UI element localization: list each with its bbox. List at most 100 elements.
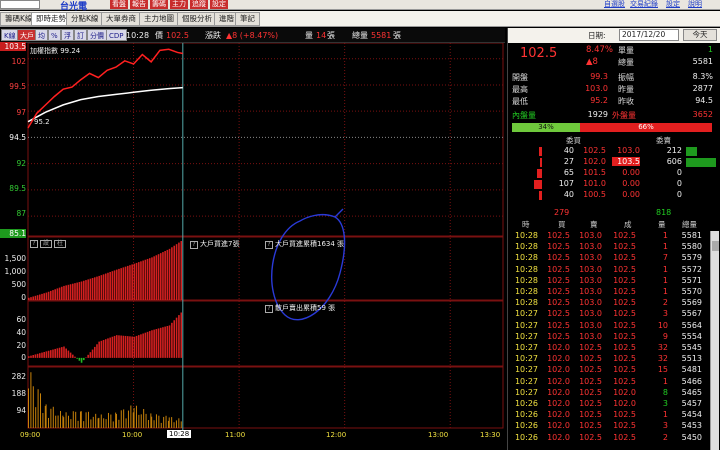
retail-bar — [30, 355, 32, 358]
bar-mode-button[interactable]: 柱 — [54, 240, 66, 248]
trade-price: 102.5 — [613, 242, 636, 252]
trade-qty: 10 — [657, 320, 668, 330]
retail-bar — [178, 315, 180, 358]
volume-bar — [80, 411, 82, 428]
quote-total-unit: 張 — [393, 31, 401, 40]
trade-bid: 102.0 — [547, 410, 570, 420]
ask-qty: 606 — [666, 157, 682, 166]
big-order-bar — [47, 291, 50, 300]
outer-vol-value: 3652 — [692, 110, 713, 119]
btn-float[interactable]: 浮 — [61, 29, 74, 41]
retail-y-tick: 0 — [21, 353, 26, 362]
date-picker[interactable]: 2017/12/20 — [619, 29, 679, 41]
retail-bar — [107, 338, 109, 358]
ask-depth-bar — [686, 158, 716, 167]
tab-big-brokers[interactable]: 大單券商 — [101, 12, 141, 26]
trade-bid: 102.5 — [547, 253, 570, 263]
btn-big-order[interactable]: 大戶 — [17, 29, 37, 41]
retail-bar — [164, 326, 166, 358]
volume-bar — [47, 417, 49, 428]
toolbar-button-6[interactable]: 設定 — [210, 0, 228, 9]
retail-bar — [173, 320, 176, 358]
link-help[interactable]: 說明 — [688, 0, 702, 9]
tab-notes[interactable]: 筆記 — [235, 12, 260, 26]
volume-bar — [151, 416, 153, 428]
stock-search-input[interactable] — [0, 0, 40, 9]
link-trade-log[interactable]: 交易紀錄 — [630, 0, 658, 9]
volume-bar — [65, 412, 67, 428]
toolbar-button-5[interactable]: 追蹤 — [190, 0, 208, 9]
btn-average[interactable]: 均 — [35, 29, 48, 41]
volume-bar — [155, 414, 157, 428]
volume-bar — [87, 411, 89, 428]
retail-bar — [122, 335, 125, 358]
trade-bid: 102.0 — [547, 343, 570, 352]
btn-cdp[interactable]: CDP — [106, 29, 127, 41]
big-order-bar — [41, 293, 43, 300]
trade-ask: 103.0 — [579, 231, 602, 240]
trade-ask: 102.5 — [579, 376, 602, 386]
ask-qty: 0 — [676, 190, 682, 199]
retail-bar — [104, 339, 107, 358]
big-order-y-tick: 1,000 — [4, 267, 26, 276]
trade-qty: 1 — [662, 287, 668, 296]
bid-price: 101.0 — [583, 179, 606, 188]
tab-stock-analysis[interactable]: 個股分析 — [177, 12, 217, 26]
total-vol-value: 5581 — [692, 57, 713, 66]
today-button[interactable]: 今天 — [683, 29, 717, 41]
toolbar-button-2[interactable]: 報告 — [130, 0, 148, 9]
tab-main-map[interactable]: 主力地圖 — [139, 12, 179, 26]
order-book-row: 27 102.0 103.5 606 — [508, 157, 720, 168]
bid-ratio: 34% — [512, 123, 580, 132]
btn-price-dist[interactable]: 分價 — [87, 29, 107, 41]
trade-price: 102.5 — [613, 331, 636, 341]
btn-percent[interactable]: % — [48, 29, 61, 41]
trade-row: 10:27 102.0 102.5 102.0 8 5465 — [508, 388, 708, 399]
volume-bar — [112, 421, 114, 428]
order-book-row: 40 100.5 0.00 0 — [508, 190, 720, 201]
big-order-y-tick: 1,500 — [4, 254, 26, 263]
volume-bar — [120, 410, 122, 428]
settings-button[interactable]: 設 — [40, 240, 52, 248]
toolbar-button-4[interactable]: 主力 — [170, 0, 188, 9]
volume-bar — [59, 410, 61, 428]
help-icon[interactable]: ? — [30, 240, 38, 248]
tab-realtime[interactable]: 即時走勢 — [31, 12, 71, 26]
toolbar-button-3[interactable]: 籌碼 — [150, 0, 168, 9]
big-order-bar — [148, 258, 151, 300]
trade-time: 10:28 — [514, 231, 538, 240]
link-watchlist[interactable]: 自選股 — [604, 0, 625, 9]
volume-bar — [103, 418, 105, 428]
retail-bar — [109, 337, 111, 358]
volume-bar — [55, 415, 57, 428]
btn-order[interactable]: 訂 — [74, 29, 87, 41]
scroll-thumb[interactable] — [712, 241, 719, 251]
retail-bar — [71, 354, 74, 358]
big-order-bar — [155, 255, 158, 300]
link-settings[interactable]: 設定 — [666, 0, 680, 9]
chart-canvas[interactable] — [0, 43, 505, 450]
volume-bar — [145, 413, 147, 428]
big-order-bar — [129, 265, 131, 300]
retail-y-tick: 40 — [16, 328, 26, 337]
realtime-chart[interactable]: 加權指數 99.24 103.5 102 99.5 97 94.5 92 89.… — [0, 42, 505, 450]
top-toolbar: 台光電 看盤 報告 籌碼 主力 追蹤 設定 自選股 交易紀錄 設定 說明 — [0, 0, 720, 12]
trade-qty: 1 — [662, 376, 668, 386]
big-order-bar — [76, 282, 78, 300]
ask-price: 0.00 — [622, 179, 640, 188]
volume-bar — [138, 414, 140, 428]
toolbar-button-1[interactable]: 看盤 — [110, 0, 128, 9]
volume-bar — [83, 421, 85, 428]
trade-list-scrollbar[interactable] — [710, 231, 719, 450]
outer-vol-label: 外盤量 — [612, 111, 636, 120]
retail-bar — [171, 322, 173, 358]
btn-kline[interactable]: K線 — [1, 29, 19, 41]
index-legend: 加權指數 99.24 — [30, 47, 81, 55]
trade-total: 5454 — [681, 410, 702, 420]
tab-branch-kline[interactable]: 分點K線 — [66, 12, 104, 26]
trade-col-price: 成 — [624, 220, 632, 229]
inner-vol-label: 內盤量 — [512, 111, 536, 120]
trade-bid: 102.5 — [547, 275, 570, 285]
trade-ask: 103.0 — [579, 320, 602, 330]
x-tick-current: 10:28 — [167, 430, 192, 438]
